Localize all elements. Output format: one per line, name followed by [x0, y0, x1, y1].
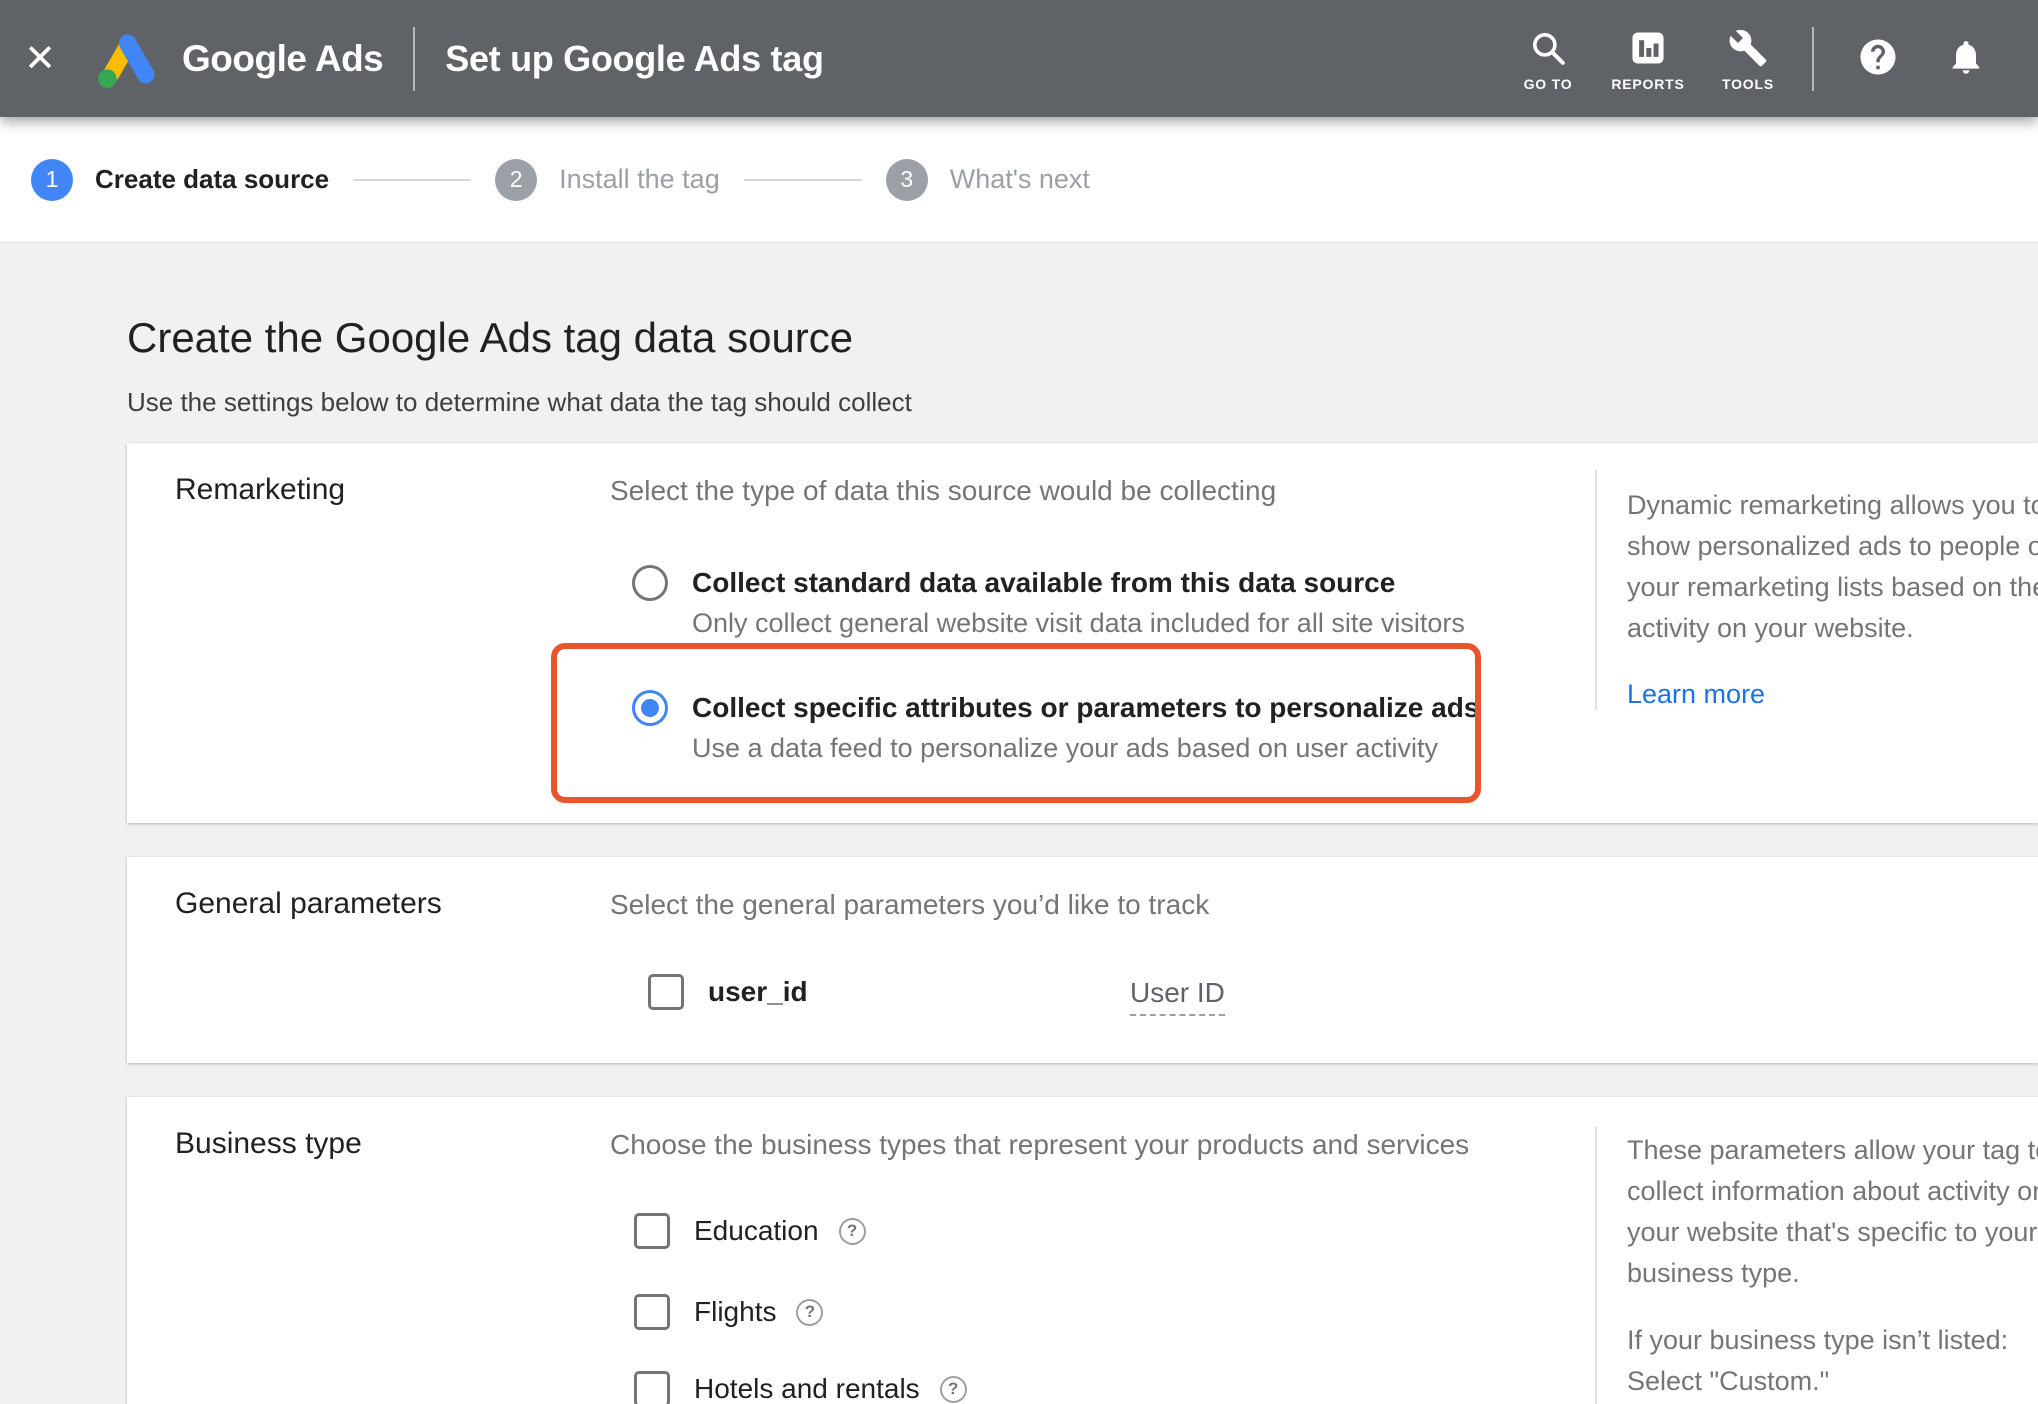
checkbox-education[interactable]: Education ? — [634, 1213, 866, 1249]
option-subtitle: Use a data feed to personalize your ads … — [692, 733, 1438, 763]
stepper-connector — [353, 178, 472, 181]
remarketing-help: Dynamic remarketing allows you to show p… — [1627, 485, 2038, 715]
general-parameters-label: General parameters — [175, 887, 442, 920]
step-create-data-source[interactable]: 1 Create data source — [31, 158, 330, 201]
checkbox-icon[interactable] — [634, 1294, 670, 1330]
notifications-button[interactable] — [1934, 27, 1998, 91]
main-content: Create the Google Ads tag data source Us… — [0, 243, 2038, 1404]
bell-icon — [1946, 37, 1986, 80]
remarketing-description: Select the type of data this source woul… — [610, 475, 1277, 506]
radio-unchecked-icon[interactable] — [632, 565, 668, 601]
reports-button[interactable]: REPORTS — [1598, 9, 1698, 109]
checkbox-flights[interactable]: Flights ? — [634, 1294, 824, 1330]
wrench-icon — [1728, 26, 1768, 70]
hotels-help-icon[interactable]: ? — [939, 1375, 967, 1403]
checkbox-label: Education — [694, 1215, 819, 1246]
general-parameters-description: Select the general parameters you’d like… — [610, 889, 1210, 920]
header-divider-2 — [1812, 26, 1814, 91]
checkbox-label: Hotels and rentals — [694, 1373, 920, 1404]
checkbox-label: user_id — [708, 976, 808, 1007]
step-whats-next[interactable]: 3 What's next — [885, 158, 1090, 201]
bar-chart-icon — [1628, 26, 1668, 70]
option-subtitle: Only collect general website visit data … — [692, 608, 1465, 638]
option-title: Collect specific attributes or parameter… — [692, 692, 1480, 723]
help-button[interactable] — [1846, 27, 1910, 91]
business-type-description: Choose the business types that represent… — [610, 1129, 1470, 1160]
business-type-card: Business type Choose the business types … — [127, 1097, 2038, 1404]
user-id-tooltip-link[interactable]: User ID — [1130, 977, 1225, 1016]
stepper-connector — [743, 178, 862, 181]
tools-label: TOOLS — [1722, 75, 1774, 92]
checkbox-icon[interactable] — [634, 1213, 670, 1249]
remarketing-help-text: Dynamic remarketing allows you to show p… — [1627, 490, 2038, 643]
google-ads-logo — [98, 34, 155, 88]
go-to-button[interactable]: GO TO — [1498, 9, 1598, 109]
learn-more-link[interactable]: Learn more — [1627, 674, 1765, 715]
business-type-help-text-1: These parameters allow your tag to colle… — [1627, 1135, 2038, 1288]
help-column-divider — [1595, 470, 1597, 710]
step-2-circle: 2 — [495, 158, 538, 201]
stepper: 1 Create data source 2 Install the tag 3… — [0, 117, 2038, 243]
checkbox-label: Flights — [694, 1296, 777, 1327]
step-install-the-tag[interactable]: 2 Install the tag — [495, 158, 720, 201]
reports-label: REPORTS — [1611, 75, 1685, 92]
step-2-label: Install the tag — [559, 164, 720, 194]
help-icon — [1857, 36, 1899, 81]
page-subtitle: Use the settings below to determine what… — [127, 387, 912, 417]
help-column-divider — [1595, 1127, 1597, 1404]
step-1-label: Create data source — [95, 164, 330, 194]
page-title: Create the Google Ads tag data source — [127, 314, 854, 361]
close-icon[interactable]: ✕ — [10, 29, 70, 89]
radio-checked-icon[interactable] — [632, 690, 668, 726]
business-type-label: Business type — [175, 1127, 362, 1160]
search-icon — [1529, 26, 1567, 70]
business-type-help: These parameters allow your tag to colle… — [1627, 1130, 2038, 1402]
checkbox-user-id[interactable]: user_id — [648, 974, 808, 1010]
remarketing-label: Remarketing — [175, 473, 346, 506]
radio-collect-specific-attributes[interactable]: Collect specific attributes or parameter… — [632, 690, 1479, 765]
brand-name: Google Ads — [182, 37, 384, 79]
app-header: ✕ Google Ads Set up Google Ads tag GO TO… — [0, 0, 2038, 117]
education-help-icon[interactable]: ? — [838, 1217, 866, 1245]
step-3-circle: 3 — [885, 158, 928, 201]
option-title: Collect standard data available from thi… — [692, 567, 1396, 598]
tools-button[interactable]: TOOLS — [1698, 9, 1798, 109]
general-parameters-card: General parameters Select the general pa… — [127, 857, 2038, 1063]
go-to-label: GO TO — [1523, 75, 1573, 92]
checkbox-hotels-and-rentals[interactable]: Hotels and rentals ? — [634, 1371, 967, 1404]
header-divider — [413, 26, 416, 91]
header-page-title: Set up Google Ads tag — [445, 37, 824, 79]
business-type-help-text-2: If your business type isn’t listed: Sele… — [1627, 1325, 2009, 1396]
step-1-circle: 1 — [31, 158, 73, 201]
checkbox-icon[interactable] — [634, 1371, 670, 1404]
checkbox-icon[interactable] — [648, 974, 684, 1010]
flights-help-icon[interactable]: ? — [796, 1298, 824, 1326]
step-3-label: What's next — [949, 164, 1090, 194]
radio-collect-standard-data[interactable]: Collect standard data available from thi… — [632, 565, 1465, 640]
remarketing-card: Remarketing Select the type of data this… — [127, 443, 2038, 823]
